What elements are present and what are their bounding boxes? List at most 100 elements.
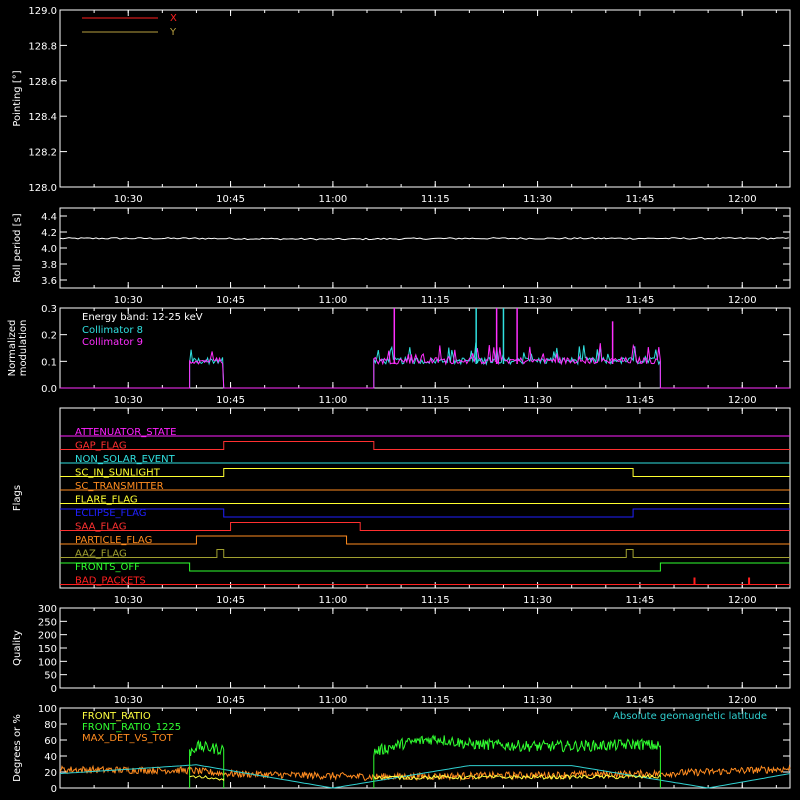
- modulation-y-label: modulation: [18, 320, 29, 377]
- pointing-x-tick-label: 10:30: [114, 194, 143, 205]
- flags-y-label: Flags: [12, 485, 23, 511]
- quality-y-tick-label: 50: [44, 671, 57, 682]
- roll-x-tick-label: 12:00: [728, 295, 757, 306]
- flags-x-tick-label: 11:00: [318, 595, 347, 606]
- quality-x-tick-label: 11:45: [625, 695, 654, 706]
- quality-y-tick-label: 100: [38, 657, 57, 668]
- pointing-y-tick-label: 128.8: [28, 41, 57, 52]
- energy-band-annotation: Energy band: 12-25 keV: [82, 312, 203, 323]
- modulation-x-tick-label: 11:45: [625, 395, 654, 406]
- modulation-x-tick-label: 11:00: [318, 395, 347, 406]
- legend-label-x: X: [170, 13, 177, 24]
- flag-line-eclipse-flag: [60, 508, 790, 518]
- roll-y-tick-label: 4.4: [41, 212, 57, 223]
- modulation-line-collimator-9: [60, 343, 790, 389]
- ratios-y-tick-label: 40: [44, 752, 57, 763]
- flags-panel: 10:30 10:45 11:00 11:15 11:30 11:45 12:00 Flags…: [12, 407, 791, 606]
- quality-x-tick-label: 11:30: [523, 695, 552, 706]
- quality-y-tick-label: 300: [38, 604, 57, 615]
- roll-y-tick-label: 3.6: [41, 276, 57, 287]
- roll-y-tick-label: 4.0: [41, 244, 57, 255]
- modulation-y-tick-label: 0.1: [41, 357, 57, 368]
- pointing-y-label: Pointing [°]: [12, 70, 23, 126]
- pointing-y-tick-label: 128.4: [28, 112, 57, 123]
- legend-label-max-det-vs-tot: MAX_DET_VS_TOT: [82, 733, 174, 744]
- multi-panel-figure: 10:30 10:45 11:00 11:15 11:30 11:45 12:00 128.0…: [7, 6, 791, 795]
- flag-line-sc-in-sunlight: [60, 468, 790, 477]
- legend-label-front-ratio: FRONT_RATIO: [82, 711, 151, 722]
- quality-x-tick-label: 11:15: [421, 695, 450, 706]
- pointing-y-tick-label: 128.0: [28, 183, 57, 194]
- quality-y-tick-label: 0: [51, 684, 57, 695]
- modulation-x-tick-label: 10:45: [216, 395, 245, 406]
- modulation-y-tick-label: 0.2: [41, 331, 57, 342]
- quality-frame: [59, 607, 791, 689]
- ratios-y-tick-label: 100: [38, 704, 57, 715]
- modulation-x-tick-label: 12:00: [728, 395, 757, 406]
- pointing-x-tick-label: 11:30: [523, 194, 552, 205]
- modulation-x-tick-label: 11:30: [523, 395, 552, 406]
- roll-x-tick-label: 11:30: [523, 295, 552, 306]
- flags-x-tick-label: 12:00: [728, 595, 757, 606]
- ratios-y-tick-label: 0: [51, 784, 57, 795]
- quality-y-tick-label: 200: [38, 631, 57, 642]
- ratios-y-label: Degrees or %: [12, 714, 23, 782]
- modulation-y-label: Normalized: [7, 320, 18, 377]
- pointing-panel: 10:30 10:45 11:00 11:15 11:30 11:45 12:00 128.0…: [12, 6, 791, 205]
- roll-y-tick-label: 4.2: [41, 228, 57, 239]
- flags-x-tick-label: 10:30: [114, 595, 143, 606]
- flag-line-gap-flag: [60, 441, 790, 450]
- geomag-latitude-annotation: Absolute geomagnetic latitude: [613, 711, 767, 722]
- flag-line-aaz-flag: [60, 549, 790, 558]
- pointing-x-tick-label: 10:45: [216, 194, 245, 205]
- roll-frame: [59, 207, 791, 289]
- roll-period-panel: 10:30 10:45 11:00 11:15 11:30 11:45 12:00 3.6 3.…: [12, 207, 791, 306]
- flag-line-fronts-off: [60, 562, 790, 572]
- modulation-line-collimator-8: [60, 342, 790, 389]
- quality-y-tick-label: 250: [38, 617, 57, 628]
- roll-x-tick-label: 11:15: [421, 295, 450, 306]
- quality-x-tick-label: 10:45: [216, 695, 245, 706]
- roll-x-tick-label: 11:45: [625, 295, 654, 306]
- pointing-x-tick-label: 11:45: [625, 194, 654, 205]
- pointing-y-tick-label: 128.2: [28, 148, 57, 159]
- roll-x-tick-label: 10:30: [114, 295, 143, 306]
- quality-x-tick-label: 10:30: [114, 695, 143, 706]
- quality-y-tick-label: 150: [38, 644, 57, 655]
- roll-x-tick-label: 11:00: [318, 295, 347, 306]
- flag-line-particle-flag: [60, 535, 790, 545]
- ratios-y-tick-label: 60: [44, 736, 57, 747]
- legend-label-y: Y: [169, 27, 177, 38]
- roll-y-label: Roll period [s]: [12, 213, 23, 282]
- pointing-y-tick-label: 128.6: [28, 77, 57, 88]
- quality-y-label: Quality: [12, 630, 23, 666]
- roll-period-line: [59, 237, 789, 241]
- flag-label-fronts-off: FRONTS_OFF: [75, 562, 140, 573]
- pointing-x-tick-label: 11:15: [421, 194, 450, 205]
- modulation-x-tick-label: 11:15: [421, 395, 450, 406]
- pointing-x-tick-label: 11:00: [318, 194, 347, 205]
- modulation-y-tick-label: 0.3: [41, 304, 57, 315]
- modulation-x-tick-label: 10:30: [114, 395, 143, 406]
- pointing-y-tick-label: 129.0: [28, 6, 57, 17]
- roll-y-tick-label: 3.8: [41, 260, 57, 271]
- modulation-y-tick-label: 0.0: [41, 384, 57, 395]
- flags-x-tick-label: 10:45: [216, 595, 245, 606]
- flag-line-saa-flag: [60, 522, 790, 531]
- roll-x-tick-label: 10:45: [216, 295, 245, 306]
- quality-x-tick-label: 12:00: [728, 695, 757, 706]
- legend-label-collimator-9: Collimator 9: [82, 337, 143, 348]
- ratios-y-tick-label: 80: [44, 720, 57, 731]
- quality-x-tick-label: 11:00: [318, 695, 347, 706]
- flags-x-tick-label: 11:45: [625, 595, 654, 606]
- flag-label-eclipse-flag: ECLIPSE_FLAG: [75, 508, 146, 519]
- ratios-panel: 0 20 40 60 80 100 Degrees or % FRONT_RATIOFRONT…: [12, 704, 791, 795]
- legend-label-front-ratio-1225: FRONT_RATIO_1225: [82, 722, 181, 733]
- legend-label-collimator-8: Collimator 8: [82, 325, 143, 336]
- flags-x-tick-label: 11:30: [523, 595, 552, 606]
- quality-panel: 10:30 10:45 11:00 11:15 11:30 11:45 12:00 0 50 10…: [12, 604, 791, 706]
- pointing-x-tick-label: 12:00: [728, 194, 757, 205]
- modulation-panel: 10:30 10:45 11:00 11:15 11:30 11:45 12:00 0.0 0.…: [7, 304, 791, 406]
- series-line-front-ratio: [189, 775, 225, 782]
- ratios-y-tick-label: 20: [44, 768, 57, 779]
